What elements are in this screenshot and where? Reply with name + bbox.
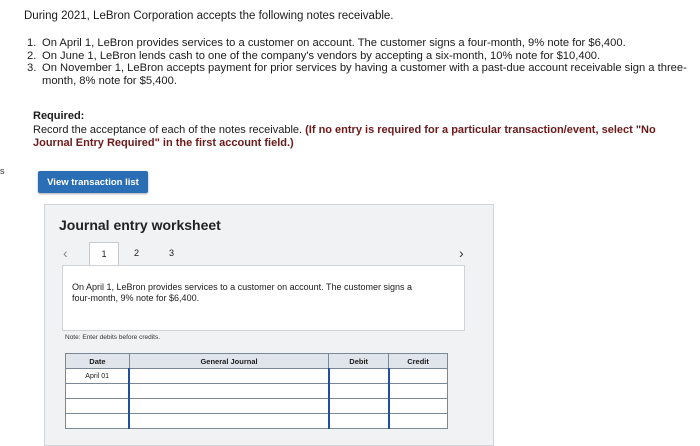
note-text: On November 1, LeBron accepts payment fo… (42, 62, 687, 87)
table-header-row: Date General Journal Debit Credit (65, 353, 448, 369)
note-number: 3. (27, 62, 37, 74)
date-cell: April 01 (65, 368, 130, 384)
required-text: Record the acceptance of each of the not… (33, 124, 303, 136)
note-number: 2. (27, 49, 37, 62)
date-cell (65, 413, 130, 429)
transaction-card: On April 1, LeBron provides services to … (62, 265, 465, 331)
debit-field[interactable] (327, 383, 390, 399)
credit-field[interactable] (387, 383, 448, 399)
worksheet-title: Journal entry worksheet (59, 217, 221, 233)
problem-intro: During 2021, LeBron Corporation accepts … (24, 10, 394, 22)
note-item: 3. On November 1, LeBron accepts payment … (27, 62, 687, 87)
debit-field[interactable] (327, 398, 390, 414)
entry-note: Note: Enter debits before credits. (65, 334, 161, 341)
header-general-journal: General Journal (128, 353, 330, 369)
chevron-right-icon[interactable]: › (459, 245, 464, 261)
note-text: On June 1, LeBron lends cash to one of t… (42, 49, 601, 62)
table-row (65, 398, 448, 414)
tab-3[interactable]: 3 (169, 248, 174, 258)
account-field[interactable] (128, 383, 330, 399)
tab-label: 1 (101, 249, 107, 259)
account-field[interactable] (128, 368, 330, 384)
account-field[interactable] (128, 413, 330, 429)
header-date: Date (65, 353, 130, 369)
notes-list: 1. On April 1, LeBron provides services t… (27, 37, 687, 87)
credit-field[interactable] (387, 413, 448, 429)
account-field[interactable] (128, 398, 330, 414)
note-number: 1. (27, 37, 37, 49)
table-row (65, 383, 448, 399)
note-text: On April 1, LeBron provides services to … (42, 37, 626, 49)
edge-text: s (0, 166, 5, 176)
journal-entry-worksheet: Journal entry worksheet ‹ 1 2 3 › On Apr… (44, 204, 494, 446)
table-row (65, 413, 448, 429)
transaction-description: On April 1, LeBron provides services to … (72, 282, 413, 303)
date-cell (65, 383, 130, 399)
chevron-left-icon[interactable]: ‹ (63, 245, 68, 261)
journal-table: Date General Journal Debit Credit April … (65, 353, 448, 429)
required-instructions: Record the acceptance of each of the not… (33, 124, 683, 150)
tab-1[interactable]: 1 (89, 242, 119, 266)
debit-field[interactable] (327, 413, 390, 429)
table-row: April 01 (65, 368, 448, 384)
header-debit: Debit (328, 353, 390, 369)
view-transaction-list-button[interactable]: View transaction list (38, 171, 148, 193)
tab-2[interactable]: 2 (134, 248, 139, 258)
header-credit: Credit (388, 353, 448, 369)
note-item: 2. On June 1, LeBron lends cash to one of… (27, 50, 687, 63)
credit-field[interactable] (387, 368, 448, 384)
credit-field[interactable] (387, 398, 448, 414)
note-item: 1. On April 1, LeBron provides services t… (27, 37, 687, 50)
date-cell (65, 398, 130, 414)
debit-field[interactable] (327, 368, 390, 384)
required-heading: Required: (33, 110, 85, 122)
